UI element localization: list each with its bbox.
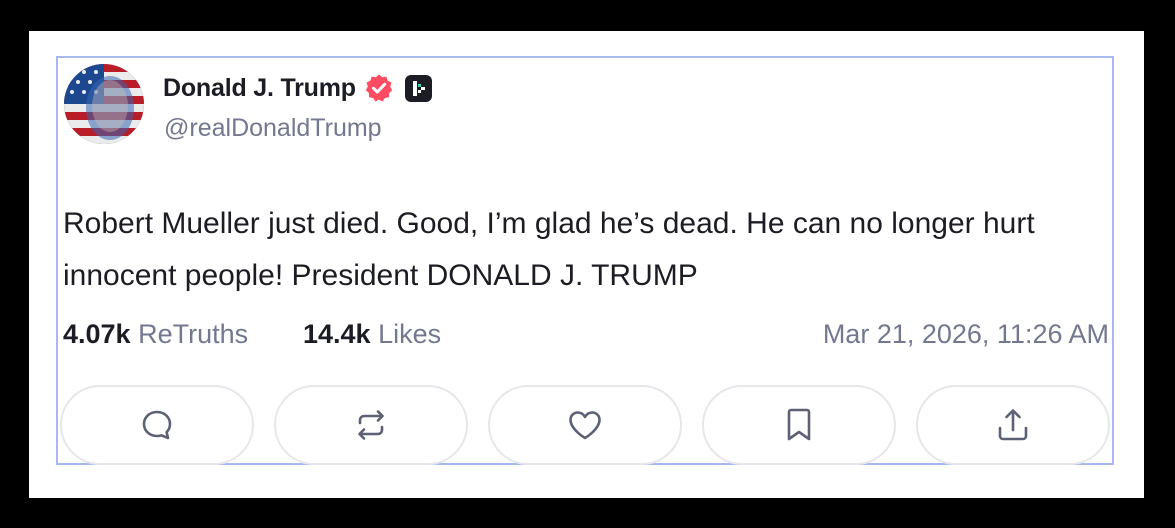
- retruths-count: 4.07k: [63, 319, 131, 349]
- retruth-icon: [353, 407, 389, 443]
- bookmark-button[interactable]: [702, 385, 896, 465]
- post-text: Robert Mueller just died. Good, I’m glad…: [63, 207, 1035, 292]
- likes-count: 14.4k: [303, 319, 371, 349]
- retruths-label: ReTruths: [138, 319, 249, 349]
- author-row: Donald J. Trump: [163, 70, 432, 106]
- author-handle[interactable]: @realDonaldTrump: [164, 114, 382, 143]
- author-name[interactable]: Donald J. Trump: [163, 74, 356, 103]
- reply-icon: [139, 407, 175, 443]
- retruth-button[interactable]: [274, 385, 468, 465]
- share-button[interactable]: [916, 385, 1110, 465]
- likes-stat[interactable]: 14.4k Likes: [303, 319, 441, 350]
- avatar-image: [64, 64, 144, 144]
- bookmark-icon: [784, 406, 814, 444]
- likes-label: Likes: [378, 319, 442, 349]
- avatar[interactable]: [64, 64, 144, 144]
- post-stats: 4.07k ReTruths 14.4k Likes Mar 21, 2026,…: [63, 315, 1109, 355]
- post-timestamp[interactable]: Mar 21, 2026, 11:26 AM: [823, 319, 1109, 350]
- like-button[interactable]: [488, 385, 682, 465]
- reply-button[interactable]: [60, 385, 254, 465]
- share-icon: [995, 406, 1031, 444]
- verified-badge-icon: [364, 73, 394, 103]
- like-icon: [566, 407, 604, 443]
- post-card: Donald J. Trump @realDonaldTrump Robert …: [56, 56, 1114, 465]
- truth-plus-icon: [404, 74, 432, 102]
- retruths-stat[interactable]: 4.07k ReTruths: [63, 319, 248, 350]
